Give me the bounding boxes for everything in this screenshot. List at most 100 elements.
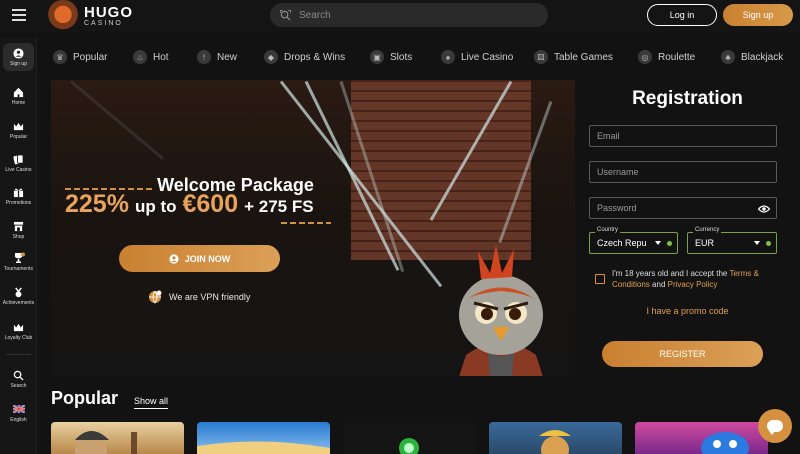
game-thumbnail xyxy=(75,431,137,454)
email-placeholder: Email xyxy=(597,131,620,141)
signup-button[interactable]: Sign up xyxy=(723,4,793,26)
sidebar-item-home[interactable]: Home xyxy=(0,86,37,106)
show-all-link[interactable]: Show all xyxy=(134,396,169,409)
category-hot[interactable]: ♨ Hot xyxy=(133,50,169,64)
vpn-globe-icon xyxy=(149,290,162,304)
sidebar-item-achievements[interactable]: Achievements xyxy=(0,286,37,306)
join-now-button[interactable]: JOIN NOW xyxy=(119,245,280,272)
game-tile[interactable] xyxy=(197,422,330,454)
user-icon xyxy=(169,253,179,264)
mascot-bird-image xyxy=(459,245,543,376)
category-roulette[interactable]: ◎ Roulette xyxy=(638,50,695,64)
sidebar-item-tournaments[interactable]: Tournaments xyxy=(0,252,37,272)
sidebar-item-popular[interactable]: Popular xyxy=(0,120,37,140)
email-field[interactable]: Email xyxy=(589,125,777,147)
sidebar-item-language[interactable]: English xyxy=(0,403,37,423)
category-label: Hot xyxy=(153,51,169,63)
currency-value: EUR xyxy=(695,238,715,248)
category-new[interactable]: ! New xyxy=(197,50,237,64)
sidebar-item-live-casino[interactable]: Live Casino xyxy=(0,153,37,173)
sidebar-item-label: Achievements xyxy=(2,300,35,306)
password-field[interactable]: Password xyxy=(589,197,777,219)
trophy-icon xyxy=(13,252,25,264)
search-icon xyxy=(280,9,291,21)
category-drops-wins[interactable]: ◆ Drops & Wins xyxy=(264,50,345,64)
register-button[interactable]: REGISTER xyxy=(602,341,763,367)
home-icon xyxy=(13,86,25,98)
sidebar-divider xyxy=(6,354,31,355)
offer-percent: 225% xyxy=(65,190,129,218)
live-chat-button[interactable] xyxy=(758,409,792,443)
game-tile[interactable] xyxy=(51,422,184,454)
category-label: Slots xyxy=(390,51,413,63)
category-slots[interactable]: ▣ Slots xyxy=(370,50,412,64)
drops-icon: ◆ xyxy=(264,50,278,64)
category-live-casino[interactable]: ♠ Live Casino xyxy=(441,50,513,64)
popular-section-title: Popular xyxy=(51,388,119,408)
crown-icon: ♛ xyxy=(53,50,67,64)
sidebar-item-loyalty-club[interactable]: Loyalty Club xyxy=(0,321,37,341)
category-nav: ♛ Popular ♨ Hot ! New ◆ Drops & Wins ▣ Slots … xyxy=(37,40,800,74)
cards-icon xyxy=(13,153,25,165)
privacy-link[interactable]: Privacy Policy xyxy=(668,280,718,289)
crown-icon xyxy=(13,321,25,333)
currency-select[interactable]: Currency EUR xyxy=(687,227,777,254)
logo-mascot-icon xyxy=(46,0,80,32)
login-button[interactable]: Log in xyxy=(647,4,717,26)
category-label: Table Games xyxy=(554,51,613,63)
vpn-text: We are VPN friendly xyxy=(169,292,251,302)
join-now-label: JOIN NOW xyxy=(184,253,231,264)
category-popular[interactable]: ♛ Popular xyxy=(53,50,107,64)
sidebar-item-label: Search xyxy=(10,383,27,389)
medal-icon xyxy=(13,286,25,298)
sidebar-item-label: English xyxy=(10,417,27,423)
sidebar-item-label: Loyalty Club xyxy=(4,335,33,341)
blackjack-icon: ♣ xyxy=(721,50,735,64)
country-select[interactable]: Country Czech Repu xyxy=(589,227,678,254)
category-label: New xyxy=(217,51,238,63)
category-table-games[interactable]: ⚄ Table Games xyxy=(534,50,613,64)
chevron-down-icon xyxy=(655,241,661,245)
search-input[interactable]: Search xyxy=(270,3,548,27)
sidebar-item-label: Shop xyxy=(12,234,25,240)
game-tile[interactable] xyxy=(343,422,476,454)
cards-icon: ♠ xyxy=(441,50,455,64)
logo-name: HUGO xyxy=(84,4,133,21)
sidebar-item-search[interactable]: Search xyxy=(0,369,37,389)
search-placeholder: Search xyxy=(299,9,331,21)
slot-icon: ▣ xyxy=(370,50,384,64)
crown-icon xyxy=(13,120,25,132)
country-value: Czech Repu xyxy=(597,238,647,248)
gift-icon xyxy=(13,186,25,198)
category-label: Roulette xyxy=(658,51,696,63)
light-beam xyxy=(70,80,164,160)
sidebar-item-promotions[interactable]: Promotions xyxy=(0,186,37,206)
uk-flag-icon xyxy=(12,403,25,415)
game-tile[interactable] xyxy=(489,422,622,454)
game-thumbnail xyxy=(701,432,749,454)
sidebar-item-signup[interactable]: Sign up xyxy=(3,43,34,71)
menu-toggle-icon[interactable] xyxy=(12,9,26,21)
country-label: Country xyxy=(595,227,621,233)
category-label: Blackjack xyxy=(741,51,784,63)
flame-icon: ♨ xyxy=(133,50,147,64)
valid-dot-icon xyxy=(667,241,672,246)
promo-code-link[interactable]: I have a promo code xyxy=(575,306,800,316)
terms-prefix: I'm 18 years old and I accept the xyxy=(612,269,728,278)
sidebar: Sign up Home Popular Live Casino Promoti… xyxy=(0,38,37,454)
category-label: Drops & Wins xyxy=(284,51,346,63)
terms-checkbox[interactable] xyxy=(595,274,605,284)
logo[interactable]: HUGO CASINO xyxy=(46,0,133,32)
user-icon xyxy=(13,47,25,59)
username-field[interactable]: Username xyxy=(589,161,777,183)
category-label: Popular xyxy=(73,51,108,63)
offer-free-spins: + 275 FS xyxy=(244,197,314,216)
terms-and: and xyxy=(652,280,666,289)
registration-title: Registration xyxy=(632,88,743,109)
category-blackjack[interactable]: ♣ Blackjack xyxy=(721,50,783,64)
show-password-eye-icon[interactable] xyxy=(758,204,770,214)
sidebar-item-label: Sign up xyxy=(10,61,27,67)
game-tile[interactable] xyxy=(635,422,768,454)
sidebar-item-shop[interactable]: Shop xyxy=(0,220,37,240)
new-icon: ! xyxy=(197,50,211,64)
